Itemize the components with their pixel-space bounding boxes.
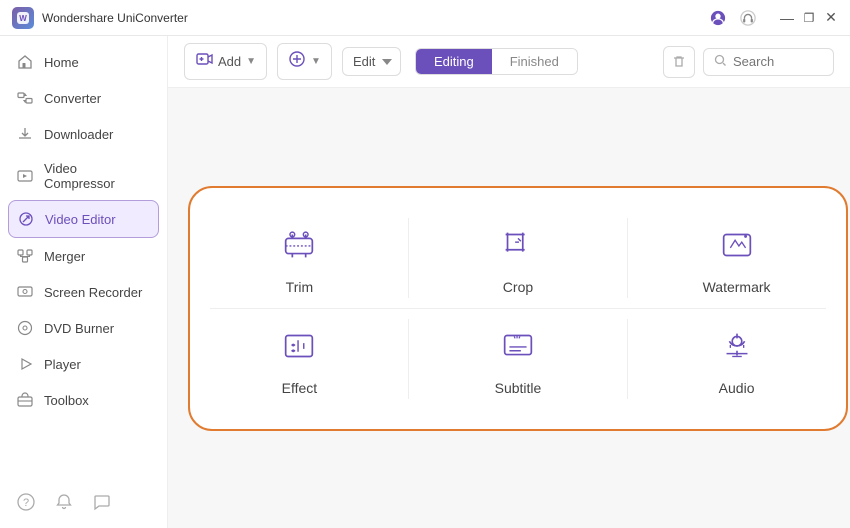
sidebar-label-toolbox: Toolbox xyxy=(44,393,89,408)
edit-select[interactable]: Edit xyxy=(342,47,401,76)
merger-icon xyxy=(16,247,34,265)
sidebar-item-merger[interactable]: Merger xyxy=(0,238,167,274)
downloader-icon xyxy=(16,125,34,143)
sidebar-item-downloader[interactable]: Downloader xyxy=(0,116,167,152)
dvd-burner-icon xyxy=(16,319,34,337)
close-button[interactable]: ✕ xyxy=(824,11,838,25)
crop-icon xyxy=(494,221,542,269)
add-media-label: Add xyxy=(218,54,241,69)
crop-label: Crop xyxy=(503,279,533,295)
editor-content-area: Trim xyxy=(168,88,850,528)
video-editor-icon xyxy=(17,210,35,228)
effect-dropdown-arrow: ▼ xyxy=(311,56,321,67)
sidebar-label-video-editor: Video Editor xyxy=(45,212,116,227)
headset-icon[interactable] xyxy=(740,10,756,26)
tab-editing[interactable]: Editing xyxy=(416,49,492,74)
sidebar-item-screen-recorder[interactable]: Screen Recorder xyxy=(0,274,167,310)
trim-item[interactable]: Trim xyxy=(209,208,389,308)
help-icon[interactable]: ? xyxy=(16,492,36,512)
add-icon xyxy=(195,50,213,73)
feedback-icon[interactable] xyxy=(92,492,112,512)
minimize-button[interactable]: — xyxy=(780,11,794,25)
trim-icon xyxy=(275,221,323,269)
sidebar-label-downloader: Downloader xyxy=(44,127,113,142)
main-content: Add ▼ ▼ Edit Editing Finished xyxy=(168,36,850,528)
search-box[interactable] xyxy=(703,48,834,76)
search-icon xyxy=(714,54,727,70)
svg-text:?: ? xyxy=(23,497,29,509)
sidebar-item-toolbox[interactable]: Toolbox xyxy=(0,382,167,418)
add-dropdown-arrow: ▼ xyxy=(246,56,256,67)
user-icon[interactable] xyxy=(710,10,726,26)
editor-row-1: Trim xyxy=(200,208,836,308)
sidebar-label-player: Player xyxy=(44,357,81,372)
screen-recorder-icon xyxy=(16,283,34,301)
notification-icon[interactable] xyxy=(54,492,74,512)
app-logo: W xyxy=(12,7,34,29)
effect-label: Effect xyxy=(282,380,318,396)
sidebar: Home Converter Downloader xyxy=(0,36,168,528)
tab-group: Editing Finished xyxy=(415,48,578,75)
audio-label: Audio xyxy=(719,380,755,396)
sidebar-label-converter: Converter xyxy=(44,91,101,106)
app-title: Wondershare UniConverter xyxy=(42,11,188,25)
audio-item[interactable]: Audio xyxy=(647,309,827,409)
subtitle-label: Subtitle xyxy=(495,380,542,396)
sidebar-item-player[interactable]: Player xyxy=(0,346,167,382)
svg-text:W: W xyxy=(19,14,27,23)
sidebar-item-converter[interactable]: Converter xyxy=(0,80,167,116)
editor-row-2: Effect Subtitle xyxy=(200,309,836,409)
sidebar-item-video-compressor[interactable]: Video Compressor xyxy=(0,152,167,200)
effect-item[interactable]: Effect xyxy=(209,309,389,409)
search-input[interactable] xyxy=(733,54,823,69)
sidebar-label-screen-recorder: Screen Recorder xyxy=(44,285,142,300)
sidebar-label-video-compressor: Video Compressor xyxy=(44,161,151,191)
watermark-label: Watermark xyxy=(703,279,771,295)
effect-icon xyxy=(275,322,323,370)
video-compressor-icon xyxy=(16,167,34,185)
sidebar-item-video-editor[interactable]: Video Editor xyxy=(8,200,159,238)
sidebar-label-dvd-burner: DVD Burner xyxy=(44,321,114,336)
trim-label: Trim xyxy=(286,279,313,295)
sidebar-item-home[interactable]: Home xyxy=(0,44,167,80)
delete-button[interactable] xyxy=(663,46,695,78)
crop-item[interactable]: Crop xyxy=(428,208,608,308)
toolbox-icon xyxy=(16,391,34,409)
add-effect-button[interactable]: ▼ xyxy=(277,43,332,80)
add-media-button[interactable]: Add ▼ xyxy=(184,43,267,80)
home-icon xyxy=(16,53,34,71)
sidebar-label-home: Home xyxy=(44,55,79,70)
effect-add-icon xyxy=(288,50,306,73)
converter-icon xyxy=(16,89,34,107)
audio-icon xyxy=(713,322,761,370)
subtitle-icon xyxy=(494,322,542,370)
title-bar: W Wondershare UniConverter — ❐ ✕ xyxy=(0,0,850,36)
watermark-item[interactable]: Watermark xyxy=(647,208,827,308)
player-icon xyxy=(16,355,34,373)
sidebar-label-merger: Merger xyxy=(44,249,85,264)
maximize-button[interactable]: ❐ xyxy=(802,11,816,25)
editor-panel: Trim xyxy=(188,186,848,431)
toolbar: Add ▼ ▼ Edit Editing Finished xyxy=(168,36,850,88)
tab-finished[interactable]: Finished xyxy=(492,49,577,74)
sidebar-item-dvd-burner[interactable]: DVD Burner xyxy=(0,310,167,346)
watermark-icon xyxy=(713,221,761,269)
subtitle-item[interactable]: Subtitle xyxy=(428,309,608,409)
